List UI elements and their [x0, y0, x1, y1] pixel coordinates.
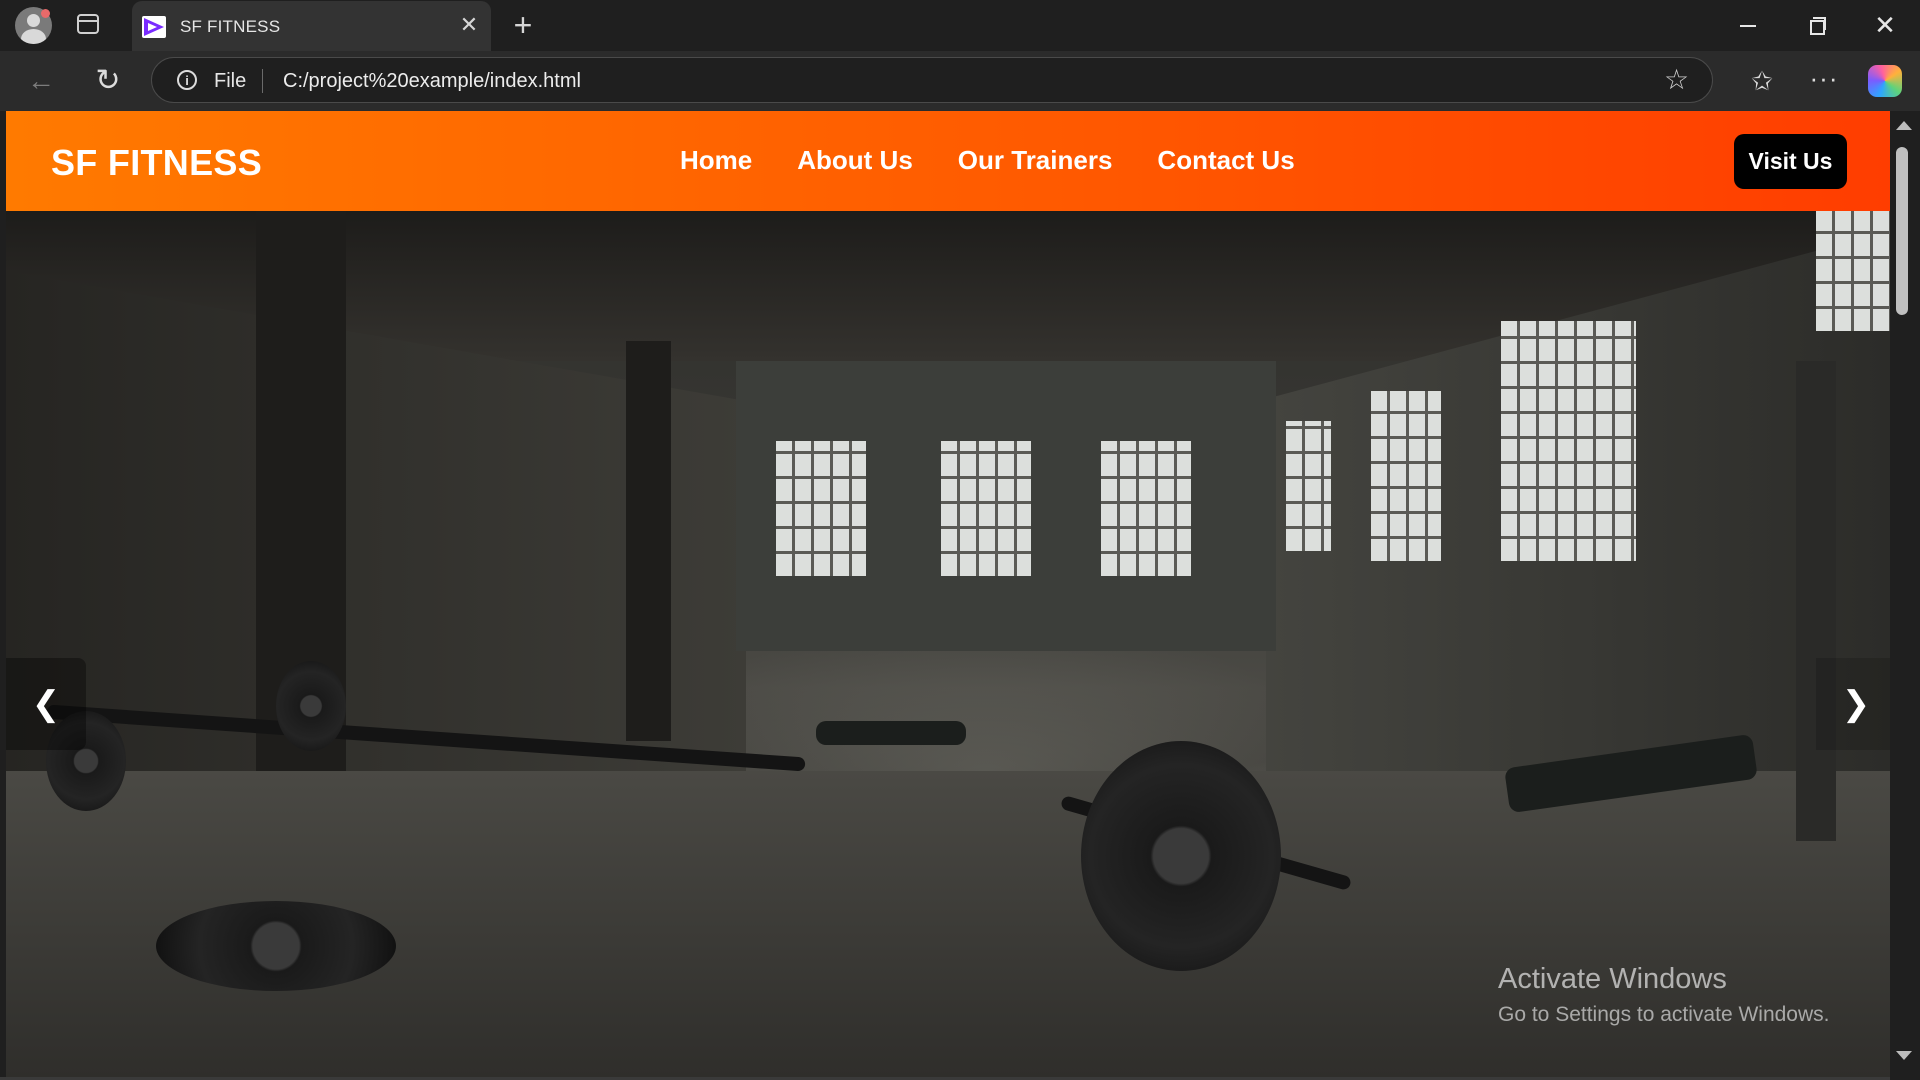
minimize-button[interactable]: [1723, 4, 1773, 46]
nav-link-home[interactable]: Home: [680, 145, 752, 176]
favorite-star-icon[interactable]: ☆: [1664, 65, 1689, 95]
nav-link-contact-us[interactable]: Contact Us: [1157, 145, 1294, 176]
address-bar[interactable]: i File C:/project%20example/index.html ☆: [151, 57, 1713, 103]
activate-windows-title: Activate Windows: [1498, 963, 1727, 995]
address-url[interactable]: C:/project%20example/index.html: [283, 70, 581, 93]
tab-title: SF FITNESS: [180, 17, 281, 36]
tab-close-icon[interactable]: ✕: [456, 12, 482, 38]
slider-next-button[interactable]: ❯: [1816, 658, 1890, 750]
site-logo[interactable]: SF FITNESS: [51, 142, 262, 184]
activate-windows-subtitle: Go to Settings to activate Windows.: [1498, 1003, 1830, 1026]
site-favicon-icon: [142, 16, 166, 38]
address-divider: [262, 69, 263, 93]
site-header: SF FITNESS Home About Us Our Trainers Co…: [6, 111, 1890, 211]
restore-button[interactable]: [1791, 4, 1841, 46]
copilot-icon[interactable]: [1868, 65, 1902, 97]
scroll-up-icon[interactable]: [1896, 121, 1912, 130]
notification-dot-icon: [41, 9, 50, 18]
slider-prev-button[interactable]: ❮: [6, 658, 86, 750]
back-button[interactable]: ←: [23, 63, 59, 99]
reload-button[interactable]: ↻: [90, 63, 126, 99]
favorites-icon[interactable]: ✩: [1744, 63, 1780, 99]
scrollbar-thumb[interactable]: [1896, 147, 1908, 315]
main-nav: Home About Us Our Trainers Contact Us: [680, 145, 1295, 176]
nav-link-our-trainers[interactable]: Our Trainers: [958, 145, 1113, 176]
more-menu-icon[interactable]: ···: [1806, 63, 1842, 99]
scroll-down-icon[interactable]: [1896, 1051, 1912, 1060]
visit-us-button[interactable]: Visit Us: [1734, 134, 1847, 189]
address-scheme: File: [214, 70, 247, 92]
page-scrollbar[interactable]: [1890, 111, 1920, 1080]
nav-link-about-us[interactable]: About Us: [797, 145, 913, 176]
browser-tab[interactable]: SF FITNESS ✕: [132, 1, 491, 51]
site-info-icon[interactable]: i: [177, 70, 197, 90]
browser-toolbar: ← ↻ i File C:/project%20example/index.ht…: [0, 51, 1920, 111]
tab-bar: SF FITNESS ✕ + ✕: [0, 0, 1920, 51]
new-tab-button[interactable]: +: [508, 8, 538, 42]
tab-actions-icon[interactable]: [77, 14, 99, 34]
page-viewport: SF FITNESS Home About Us Our Trainers Co…: [6, 111, 1890, 1077]
hero-slider-image: [6, 211, 1890, 1077]
window-close-button[interactable]: ✕: [1860, 4, 1910, 46]
